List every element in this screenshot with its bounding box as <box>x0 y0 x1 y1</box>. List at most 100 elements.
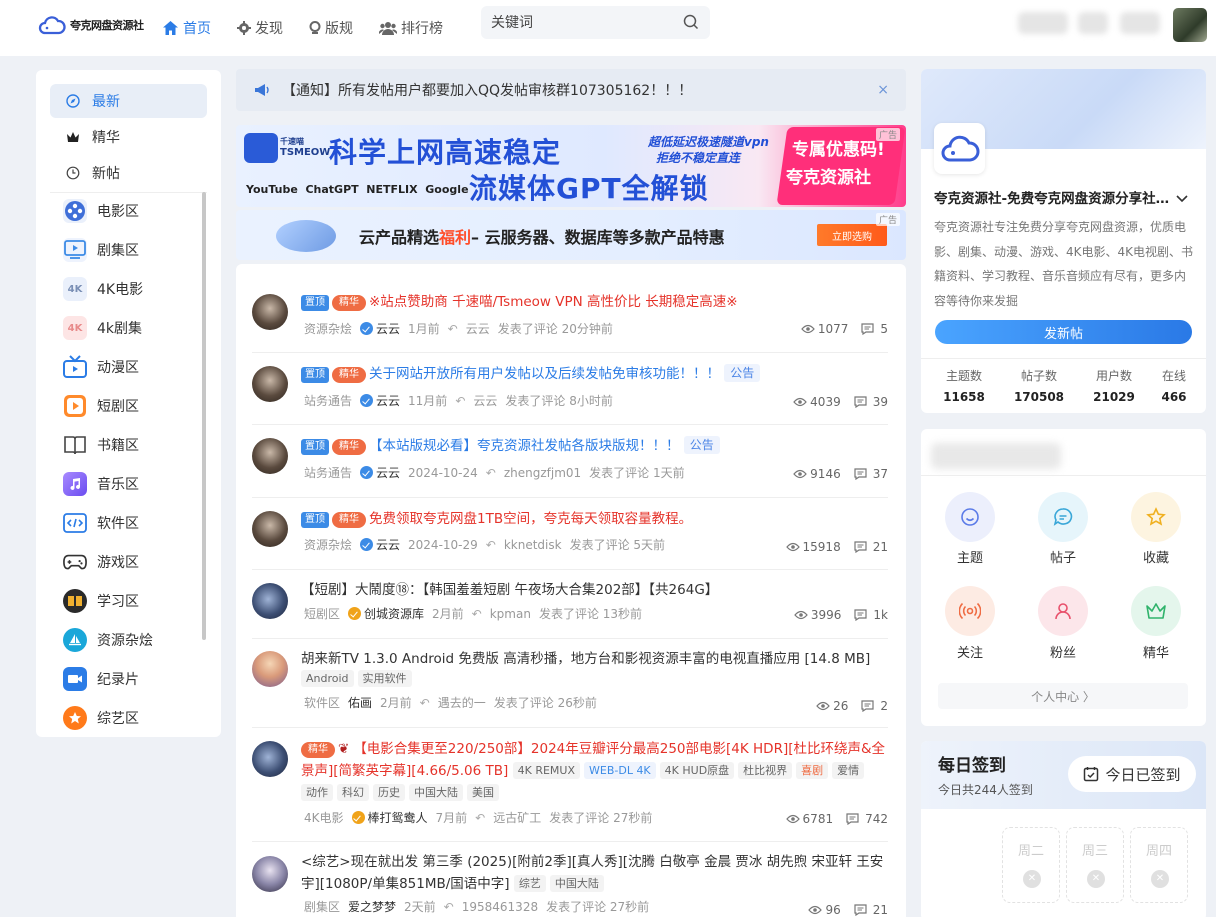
post-category[interactable]: 4K电影 <box>304 809 344 826</box>
tag[interactable]: 4K REMUX <box>512 762 580 779</box>
post-author[interactable]: 云云 <box>376 536 400 553</box>
sidebar-item-4k-movies[interactable]: 4K 4K电影 <box>63 275 143 303</box>
sidebar-item-misc[interactable]: 资源杂烩 <box>63 626 153 654</box>
search-icon[interactable] <box>683 14 699 30</box>
user-profile-blurred[interactable] <box>931 443 1061 469</box>
post-title[interactable]: 置顶 精华 免费领取夸克网盘1TB空间，夸克每天领取容量教程。 <box>301 508 692 530</box>
post-item[interactable]: 置顶 精华 【本站版规必看】夸克资源社发帖各版块版规！！！ 公告 站务通告 云云 2… <box>252 425 888 498</box>
replier-name[interactable]: 云云 <box>473 392 497 409</box>
replier-name[interactable]: 遇去的一 <box>438 694 486 711</box>
tag[interactable]: 动作 <box>301 784 333 801</box>
author-avatar[interactable] <box>252 741 288 777</box>
tag[interactable]: 中国大陆 <box>409 784 463 801</box>
sidebar-item-learning[interactable]: 学习区 <box>63 587 139 615</box>
post-author[interactable]: 创城资源库 <box>364 605 424 622</box>
nav-discover[interactable]: 发现 <box>237 18 283 38</box>
sidebar-item-variety[interactable]: 综艺区 <box>63 704 139 732</box>
tag[interactable]: 美国 <box>467 784 499 801</box>
sidebar-item-4k-series[interactable]: 4K 4k剧集 <box>63 314 142 342</box>
post-category[interactable]: 软件区 <box>304 694 340 711</box>
author-avatar[interactable] <box>252 438 288 474</box>
replier-name[interactable]: zhengzfjm01 <box>504 466 581 480</box>
post-item[interactable]: 精华 ❦ 【电影合集更至220/250部】2024年豆瓣评分最高250部电影[4K … <box>252 728 888 842</box>
sidebar-item-new[interactable]: 新帖 <box>50 156 207 190</box>
search-input[interactable] <box>491 14 671 31</box>
sidebar-item-movies[interactable]: 电影区 <box>63 197 139 225</box>
author-avatar[interactable] <box>252 294 288 330</box>
tag[interactable]: WEB-DL 4K <box>584 762 656 779</box>
author-avatar[interactable] <box>252 651 288 687</box>
sidebar-item-software[interactable]: 软件区 <box>63 509 139 537</box>
sidebar-item-featured[interactable]: 精华 <box>50 120 207 154</box>
post-author[interactable]: 棒打鸳鸯人 <box>368 809 428 826</box>
tag[interactable]: 综艺 <box>513 875 546 892</box>
replier-name[interactable]: kknetdisk <box>504 538 562 552</box>
sidebar-item-documentary[interactable]: 纪录片 <box>63 665 139 693</box>
buy-now-button[interactable]: 立即选购 <box>817 224 887 246</box>
post-title[interactable]: 置顶 精华 关于网站开放所有用户发帖以及后续发帖免审核功能！！！ 公告 <box>301 363 763 385</box>
following-button[interactable] <box>945 586 995 636</box>
chevron-down-icon[interactable] <box>1176 195 1188 203</box>
post-item[interactable]: 置顶 精华 关于网站开放所有用户发帖以及后续发帖免审核功能！！！ 公告 站务通告 云… <box>252 353 888 425</box>
tag[interactable]: 实用软件 <box>357 670 412 687</box>
sidebar-item-books[interactable]: 书籍区 <box>63 431 139 459</box>
post-author[interactable]: 云云 <box>376 320 400 337</box>
tag[interactable]: 中国大陆 <box>549 875 604 892</box>
post-title[interactable]: 胡来新TV 1.3.0 Android 免费版 高清秒播，地方台和影视资源丰富的… <box>301 648 870 670</box>
notification-area[interactable] <box>1018 12 1068 34</box>
user-avatar[interactable] <box>1173 8 1207 42</box>
nav-ranking[interactable]: 排行榜 <box>379 18 443 38</box>
post-category[interactable]: 站务通告 <box>304 464 352 481</box>
author-avatar[interactable] <box>252 583 288 619</box>
post-category[interactable]: 资源杂烩 <box>304 536 352 553</box>
nav-home[interactable]: 首页 <box>162 18 211 38</box>
my-featured-button[interactable] <box>1131 586 1181 636</box>
favorites-button[interactable] <box>1131 492 1181 542</box>
tag[interactable]: 历史 <box>373 784 405 801</box>
sidebar-item-latest[interactable]: 最新 <box>50 84 207 118</box>
close-icon[interactable]: × <box>877 82 889 98</box>
personal-center-link[interactable]: 个人中心 〉 <box>938 683 1188 709</box>
tag[interactable]: 科幻 <box>337 784 369 801</box>
checkin-button[interactable]: 今日已签到 <box>1068 756 1196 792</box>
author-avatar[interactable] <box>252 511 288 547</box>
site-logo-large[interactable] <box>934 123 985 174</box>
fans-button[interactable] <box>1038 586 1088 636</box>
sidebar-item-short-drama[interactable]: 短剧区 <box>63 392 139 420</box>
nav-rules[interactable]: 版规 <box>309 18 353 38</box>
post-item[interactable]: 胡来新TV 1.3.0 Android 免费版 高清秒播，地方台和影视资源丰富的… <box>252 639 888 728</box>
sidebar-scrollbar[interactable] <box>202 192 206 640</box>
user-name-area[interactable] <box>1120 12 1160 34</box>
replier-name[interactable]: 云云 <box>466 320 490 337</box>
my-topics-button[interactable] <box>945 492 995 542</box>
sidebar-item-anime[interactable]: 动漫区 <box>63 353 139 381</box>
post-title[interactable]: 置顶 精华 【本站版规必看】夸克资源社发帖各版块版规！！！ 公告 <box>301 435 723 457</box>
site-title[interactable]: 夸克资源社-免费夸克网盘资源分享社… <box>934 187 1199 207</box>
post-author[interactable]: 云云 <box>376 392 400 409</box>
post-title[interactable]: 精华 ❦ 【电影合集更至220/250部】2024年豆瓣评分最高250部电影[4K … <box>301 738 885 760</box>
replier-name[interactable]: kpman <box>490 607 531 621</box>
post-category[interactable]: 短剧区 <box>304 605 340 622</box>
replier-name[interactable]: 1958461328 <box>462 900 538 914</box>
tag[interactable]: 爱情 <box>832 762 865 779</box>
tag[interactable]: 4K HUD原盘 <box>659 762 735 779</box>
post-category[interactable]: 资源杂烩 <box>304 320 352 337</box>
author-avatar[interactable] <box>252 856 288 892</box>
site-logo[interactable]: 夸克网盘资源社 <box>38 13 144 37</box>
post-item[interactable]: 【短剧】大鬧度⑱：【韩国羞羞短剧 午夜场大合集202部】【共264G】 短剧区 … <box>252 570 888 639</box>
message-area[interactable] <box>1078 12 1108 34</box>
post-title-line2[interactable]: 景声][简繁英字幕][4.66/5.06 TB] 4K REMUX WEB-DL … <box>301 760 868 782</box>
cloud-ad-banner[interactable]: 云产品精选福利– 云服务器、数据库等多款产品特惠 立即选购 广告 <box>236 210 906 260</box>
post-category[interactable]: 剧集区 <box>304 898 340 915</box>
post-item[interactable]: <综艺>现在就出发 第三季 (2025)[附前2季][真人秀][沈腾 白敬亭 金… <box>252 842 888 917</box>
tag[interactable]: Android <box>301 670 354 687</box>
sidebar-item-music[interactable]: 音乐区 <box>63 470 139 498</box>
post-title-line2[interactable]: 宇][1080P/单集851MB/国语中字] 综艺 中国大陆 <box>301 873 608 895</box>
post-author[interactable]: 佑画 <box>348 694 372 711</box>
tag[interactable]: 杜比视界 <box>738 762 793 779</box>
vpn-ad-banner[interactable]: 千速喵 TSMEOW 科学上网高速稳定 流媒体GPT全解锁 超低延迟极速隧道vp… <box>236 125 906 207</box>
my-posts-button[interactable] <box>1038 492 1088 542</box>
tag[interactable]: 喜剧 <box>796 762 829 779</box>
post-title[interactable]: <综艺>现在就出发 第三季 (2025)[附前2季][真人秀][沈腾 白敬亭 金… <box>301 851 883 873</box>
post-title[interactable]: 置顶 精华 ※站点赞助商 千速喵/Tsmeow VPN 高性价比 长期稳定高速※ <box>301 291 738 313</box>
